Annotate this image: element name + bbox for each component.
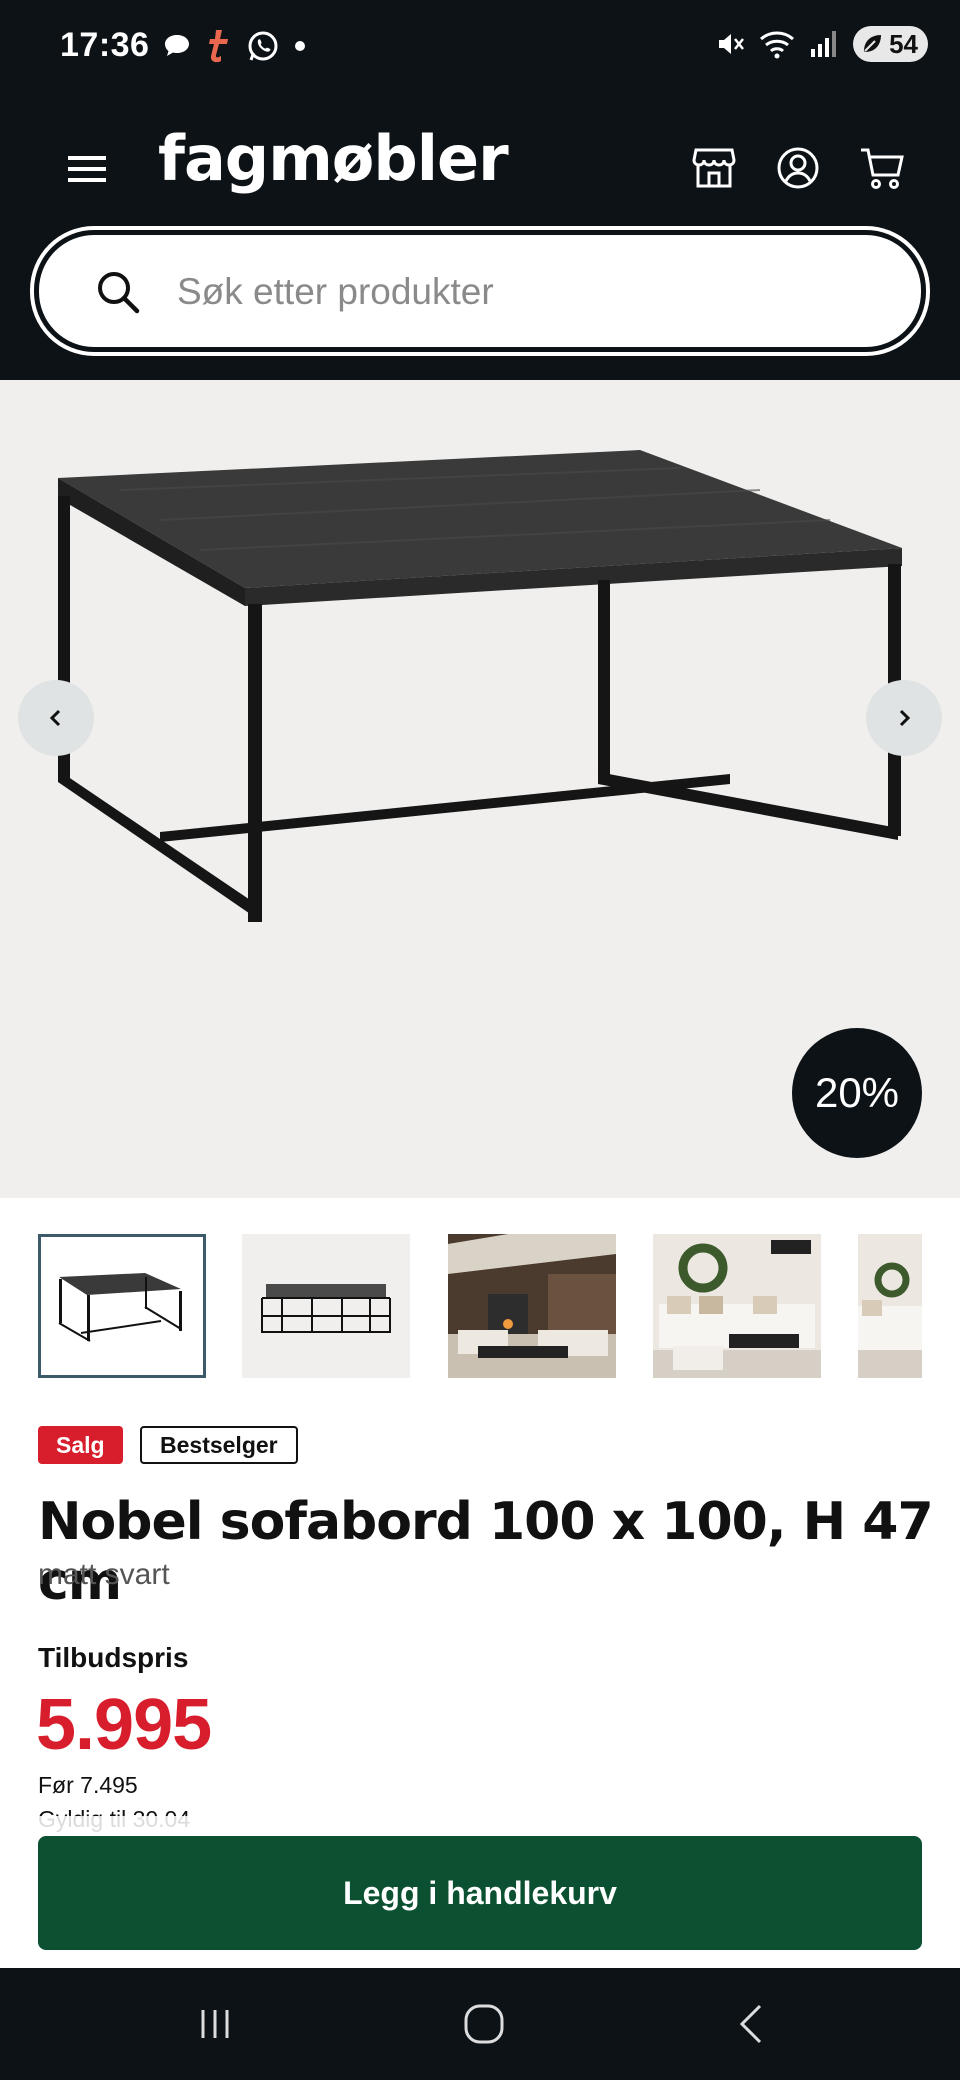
store-icon[interactable]: [690, 144, 738, 192]
home-icon: [464, 2004, 504, 2044]
product-image-carousel[interactable]: 20%: [0, 380, 960, 1198]
chevron-right-icon: [899, 709, 911, 727]
signal-icon: [811, 31, 837, 57]
thumbnail-image: [261, 1284, 391, 1333]
thumbnail-living-room-white-sofa-partial[interactable]: [858, 1234, 922, 1378]
thumbnail-image: [653, 1234, 821, 1378]
t-app-icon: [209, 30, 228, 63]
cart-icon[interactable]: [858, 144, 906, 192]
chevron-left-icon: [49, 709, 61, 727]
dot-icon: [295, 41, 305, 51]
bestseller-badge: Bestselger: [140, 1426, 298, 1464]
battery-level: 54: [889, 28, 918, 59]
battery-indicator: 54: [853, 26, 928, 62]
price-label: Tilbudspris: [38, 1642, 189, 1673]
system-icons: 54: [715, 26, 928, 62]
wifi-icon: [760, 31, 795, 59]
battery-saver-icon: [864, 35, 882, 52]
search-bar[interactable]: [34, 230, 926, 352]
system-navigation-bar: [0, 1968, 960, 2080]
thumbnail-image: [858, 1234, 922, 1378]
recent-apps-button[interactable]: [185, 1994, 245, 2054]
product-title: Nobel sofabord 100 x 100, H 47 cm: [38, 1492, 934, 1612]
recent-apps-icon: [201, 2010, 229, 2038]
discount-badge: 20%: [792, 1028, 922, 1158]
chat-bubble-icon: [165, 35, 189, 56]
thumbnail-living-room-white-sofa[interactable]: [653, 1234, 821, 1378]
back-button[interactable]: [722, 1994, 782, 2054]
search-icon[interactable]: [95, 269, 141, 315]
price-before: Før 7.495: [38, 1772, 138, 1798]
site-header: fagmøbler: [0, 82, 960, 380]
thumbnail-image: [58, 1273, 182, 1342]
home-button[interactable]: [454, 1994, 514, 2054]
status-time: 17:36: [60, 26, 150, 64]
mute-icon: [719, 34, 745, 54]
sale-price: 5.995: [36, 1685, 212, 1765]
previous-image-button[interactable]: [18, 680, 94, 756]
thumbnail-table-nested-set[interactable]: [242, 1234, 410, 1378]
thumbnail-living-room-cabin[interactable]: [448, 1234, 616, 1378]
status-bar: 17:36 54: [0, 0, 960, 82]
add-to-cart-button[interactable]: Legg i handlekurv: [38, 1836, 922, 1950]
thumbnail-image: [448, 1234, 616, 1378]
next-image-button[interactable]: [866, 680, 942, 756]
product-variant: matt svart: [38, 1558, 170, 1591]
sale-badge: Salg: [38, 1426, 123, 1464]
account-icon[interactable]: [774, 144, 822, 192]
site-logo[interactable]: fagmøbler: [158, 122, 509, 195]
thumbnail-strip: [38, 1234, 922, 1380]
notification-icons: [162, 28, 306, 64]
search-input[interactable]: [177, 257, 857, 327]
menu-icon[interactable]: [68, 154, 108, 184]
whatsapp-icon: [248, 31, 278, 61]
back-icon: [739, 2004, 762, 2044]
thumbnail-table-front-view[interactable]: [38, 1234, 206, 1378]
